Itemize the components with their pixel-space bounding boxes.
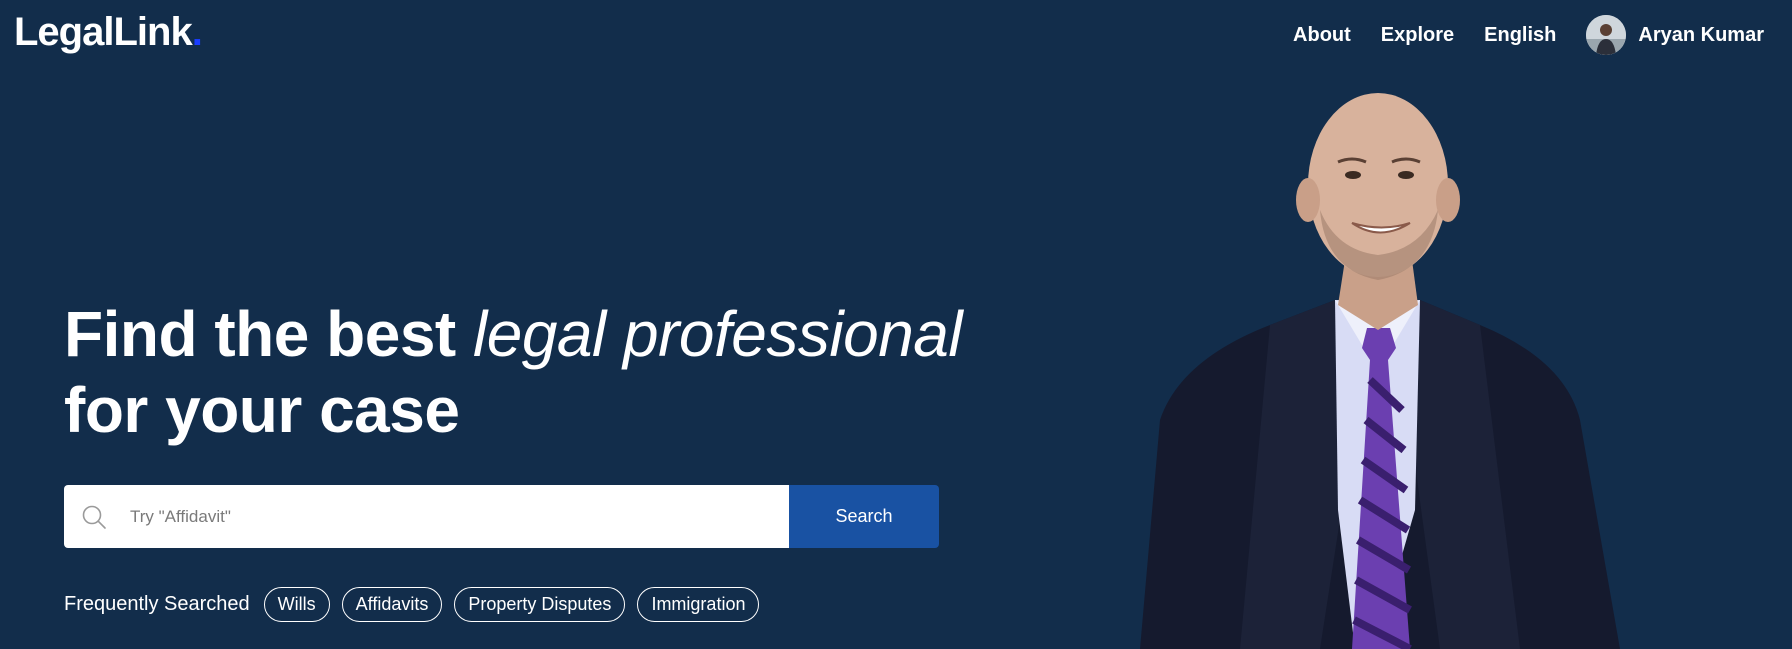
nav-link-explore[interactable]: Explore: [1381, 24, 1454, 47]
navbar: LegalLink. About Explore English Aryan K…: [0, 0, 1792, 70]
hero-title: Find the best legal professional for you…: [64, 296, 963, 448]
frequently-searched-label: Frequently Searched: [64, 592, 250, 615]
hero-title-italic: legal professional: [473, 298, 963, 370]
user-name: Aryan Kumar: [1638, 23, 1764, 46]
user-menu[interactable]: Aryan Kumar: [1586, 15, 1764, 55]
nav-links: About Explore English Aryan Kumar: [1293, 14, 1764, 56]
search-box: [64, 485, 789, 548]
logo-text: LegalLink: [14, 10, 193, 54]
avatar: [1586, 15, 1627, 55]
chip-wills[interactable]: Wills: [263, 586, 330, 622]
chip-property-disputes[interactable]: Property Disputes: [454, 586, 626, 622]
hero-title-line2: for your case: [64, 374, 460, 446]
frequently-searched: Frequently Searched Wills Affidavits Pro…: [64, 586, 760, 622]
hero-title-bold: Find the best: [64, 298, 473, 370]
chip-immigration[interactable]: Immigration: [637, 586, 760, 622]
search-bar: Search: [64, 485, 939, 548]
search-button[interactable]: Search: [789, 485, 939, 548]
logo[interactable]: LegalLink.: [14, 10, 203, 55]
search-icon: [64, 504, 124, 530]
language-selector[interactable]: English: [1484, 24, 1556, 47]
chip-affidavits[interactable]: Affidavits: [341, 586, 443, 622]
nav-link-about[interactable]: About: [1293, 24, 1351, 47]
hero-lawyer-image: [1120, 90, 1640, 649]
logo-dot: .: [191, 10, 203, 54]
search-input[interactable]: [124, 485, 789, 548]
